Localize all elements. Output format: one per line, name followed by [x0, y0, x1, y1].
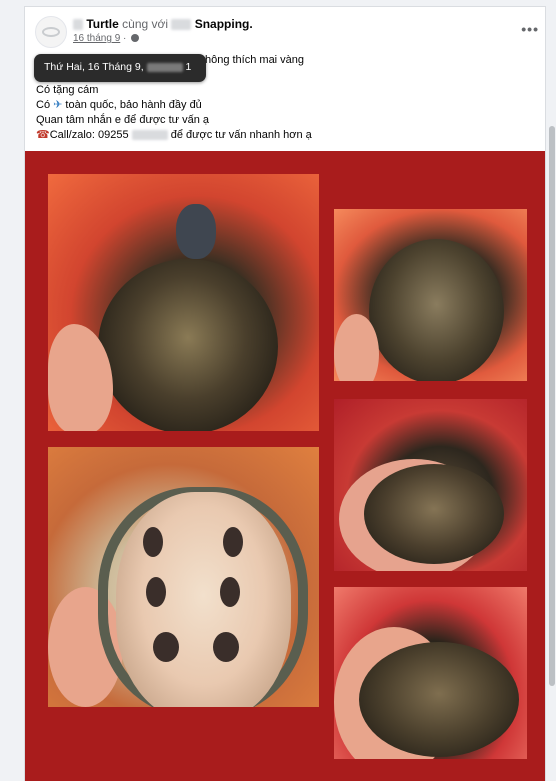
plastron-spot — [143, 527, 163, 557]
scrollbar[interactable] — [548, 6, 556, 781]
tagged-name[interactable]: Snapping. — [195, 17, 253, 31]
turtle-photo-5[interactable] — [334, 587, 527, 759]
tooltip-date-text: Thứ Hai, 16 Tháng 9, — [44, 61, 144, 73]
scrollbar-thumb[interactable] — [549, 126, 555, 686]
turtle-plastron — [116, 492, 291, 707]
avatar[interactable] — [35, 16, 67, 48]
more-options-button[interactable]: ••• — [521, 21, 539, 37]
turtle-shell — [98, 259, 278, 431]
turtle-photo-2[interactable] — [334, 209, 527, 381]
body-line-5: Quan tâm nhắn e để được tư vấn ạ — [36, 114, 209, 126]
blurred-time: x — [146, 62, 183, 72]
body-line-3: Có tặng cám — [36, 84, 99, 96]
author-line: x Turtle cùng với x Snapping. — [73, 17, 253, 31]
blurred-name-part: x — [73, 19, 83, 31]
turtle-photo-3[interactable] — [334, 399, 527, 571]
body-line-6: ☎Call/zalo: 09255 x để được tư vấn nhanh… — [36, 128, 312, 143]
body-line-6-prefix: Call/zalo: 09255 — [49, 129, 129, 141]
turtle-head — [176, 204, 216, 259]
blurred-tagged-part: x — [171, 19, 192, 31]
body-line-6-text: để được tư vấn nhanh hơn ạ — [170, 129, 312, 141]
turtle-photo-4[interactable] — [48, 447, 319, 707]
post-header: x Turtle cùng với x Snapping. 16 tháng 9… — [25, 7, 545, 48]
date-tooltip: Thứ Hai, 16 Tháng 9, x 1 — [34, 54, 206, 82]
body-line-4-text: toàn quốc, bảo hành đầy đủ — [65, 99, 202, 111]
blurred-phone: x — [131, 130, 168, 141]
plastron-spot — [223, 527, 243, 557]
plastron-spot — [146, 577, 166, 607]
author-name[interactable]: Turtle — [86, 17, 118, 31]
globe-icon — [131, 34, 140, 42]
airplane-icon: ✈ — [53, 99, 63, 111]
body-line-4-prefix: Có — [36, 99, 51, 111]
turtle-shell — [369, 239, 504, 381]
turtle-photo-1[interactable] — [48, 174, 319, 431]
tooltip-suffix: 1 — [185, 61, 192, 73]
turtle-shell — [359, 642, 519, 757]
plastron-spot — [220, 577, 240, 607]
post-date[interactable]: 16 tháng 9 — [73, 33, 120, 44]
plastron-spot — [213, 632, 239, 662]
post-card: x Turtle cùng với x Snapping. 16 tháng 9… — [24, 6, 546, 781]
plastron-spot — [153, 632, 179, 662]
avatar-logo — [42, 27, 60, 37]
turtle-shell — [364, 464, 504, 564]
photo-gallery — [25, 151, 545, 781]
telephone-icon: ☎ — [36, 129, 50, 141]
body-line-4: Có ✈ toàn quốc, bảo hành đầy đủ — [36, 98, 312, 113]
with-text: cùng với — [122, 17, 169, 31]
post-meta: 16 tháng 9 · — [73, 33, 140, 44]
